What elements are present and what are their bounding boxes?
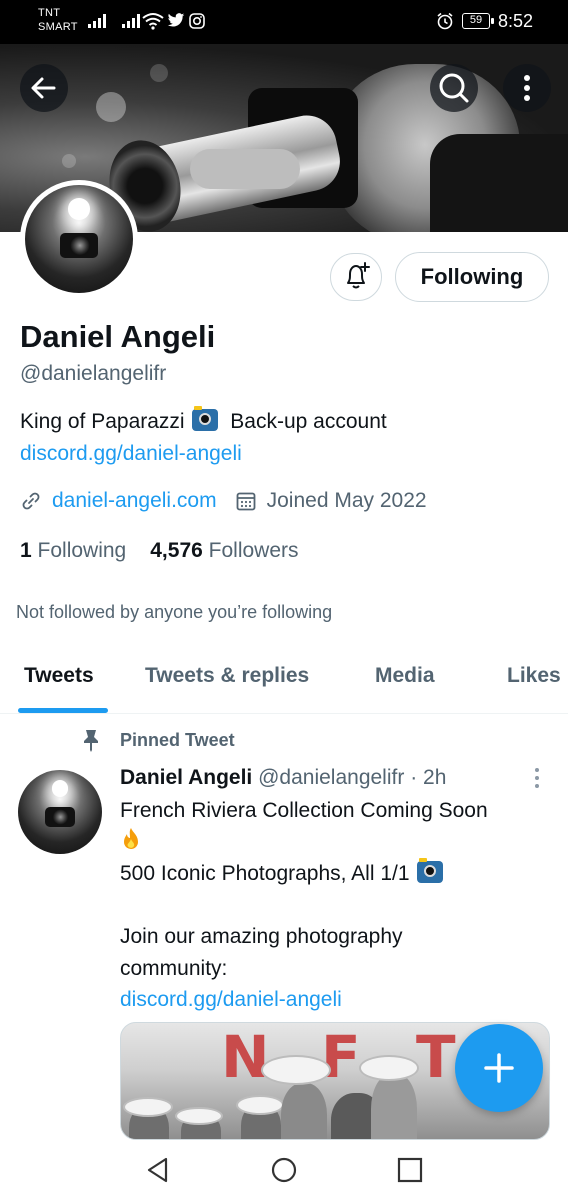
profile-name: Daniel Angeli bbox=[20, 319, 216, 354]
followers-count: 4,576 bbox=[150, 539, 203, 562]
tweet-link[interactable]: discord.gg/daniel-angeli bbox=[120, 984, 550, 1016]
tab-tweets-replies[interactable]: Tweets & replies bbox=[145, 662, 309, 690]
camera-flash-emoji-icon bbox=[192, 406, 219, 431]
pinned-label-row: Pinned Tweet bbox=[80, 728, 235, 752]
tweet-author-handle: @danielangelifr bbox=[258, 766, 405, 789]
following-count-link[interactable]: 1 Following bbox=[20, 537, 126, 565]
tweet-line-1: French Riviera Collection Coming Soon bbox=[120, 799, 488, 822]
tweet-author-avatar[interactable] bbox=[18, 770, 102, 854]
signal-icon-2 bbox=[122, 12, 140, 28]
clock: 8:52 bbox=[498, 11, 534, 31]
tab-media[interactable]: Media bbox=[375, 662, 435, 690]
search-icon bbox=[439, 73, 469, 103]
tweet-time: · 2h bbox=[410, 766, 447, 789]
media-letter-f: F bbox=[321, 1023, 361, 1091]
calendar-icon bbox=[236, 492, 256, 511]
signal-icon bbox=[88, 12, 106, 28]
camera-flash-emoji-icon bbox=[417, 858, 444, 883]
tweet-line-3: 500 Iconic Photographs, All 1/1 bbox=[120, 858, 550, 890]
alarm-icon bbox=[437, 12, 453, 30]
nav-home-icon[interactable] bbox=[268, 1154, 300, 1186]
carrier-sub: SMART bbox=[38, 21, 78, 33]
search-button[interactable] bbox=[430, 64, 478, 112]
battery-indicator: 59 bbox=[462, 13, 494, 29]
bio-suffix: Back-up account bbox=[230, 410, 387, 433]
tweet-line-5: Join our amazing photography bbox=[120, 925, 403, 948]
nav-recents-icon[interactable] bbox=[394, 1154, 426, 1186]
bio-link[interactable]: discord.gg/daniel-angeli bbox=[20, 440, 242, 468]
followers-label: Followers bbox=[208, 539, 299, 562]
joined-date: Joined May 2022 bbox=[266, 489, 427, 512]
bell-plus-icon bbox=[347, 262, 370, 289]
tweet-author-name[interactable]: Daniel Angeli bbox=[120, 766, 252, 789]
profile-meta: daniel-angeli.com Joined May 2022 bbox=[20, 486, 427, 516]
wifi-icon bbox=[142, 13, 164, 30]
following-button[interactable]: Following bbox=[395, 252, 549, 302]
tab-likes[interactable]: Likes bbox=[507, 662, 561, 690]
profile-tabs: Tweets Tweets & replies Media Likes bbox=[0, 650, 568, 714]
active-tab-indicator bbox=[18, 708, 108, 713]
tweet-line-6: community: bbox=[120, 956, 228, 980]
profile-avatar[interactable] bbox=[20, 180, 138, 298]
following-label: Following bbox=[37, 539, 127, 562]
system-navigation-bar bbox=[0, 1140, 568, 1200]
tweet-header: Daniel Angeli @danielangelifr · 2h bbox=[120, 764, 446, 792]
fire-emoji-icon bbox=[124, 827, 138, 849]
tweet-line-2 bbox=[120, 827, 550, 859]
plus-icon bbox=[484, 1053, 514, 1083]
pin-icon bbox=[84, 730, 98, 752]
media-letter-t: T bbox=[416, 1023, 456, 1091]
twitter-icon bbox=[167, 13, 185, 27]
more-options-button[interactable] bbox=[503, 64, 551, 112]
nav-back-icon[interactable] bbox=[142, 1154, 174, 1186]
following-count: 1 bbox=[20, 539, 32, 562]
follow-counts: 1 Following 4,576 Followers bbox=[20, 537, 299, 565]
tweet-line-3-text: 500 Iconic Photographs, All 1/1 bbox=[120, 862, 410, 885]
pinned-label: Pinned Tweet bbox=[120, 729, 235, 750]
profile-handle: @danielangelifr bbox=[20, 362, 167, 385]
bio-text: King of Paparazzi bbox=[20, 410, 185, 433]
notifications-button[interactable] bbox=[330, 253, 382, 301]
tab-tweets[interactable]: Tweets bbox=[24, 662, 94, 690]
profile-bio: King of Paparazzi Back-up account bbox=[20, 406, 387, 436]
tweet-text: French Riviera Collection Coming Soon 50… bbox=[120, 795, 550, 1016]
arrow-left-icon bbox=[31, 77, 56, 99]
followers-count-link[interactable]: 4,576 Followers bbox=[150, 537, 298, 565]
carrier-label: TNT SMART bbox=[38, 6, 78, 34]
back-button[interactable] bbox=[20, 64, 68, 112]
status-bar: TNT SMART 59 8:52 bbox=[0, 0, 568, 44]
compose-tweet-button[interactable] bbox=[455, 1024, 543, 1112]
more-vertical-icon bbox=[524, 75, 530, 101]
mutual-followers-note: Not followed by anyone you’re following bbox=[16, 602, 333, 622]
media-letter-n: N bbox=[221, 1023, 270, 1091]
instagram-icon bbox=[189, 13, 205, 29]
carrier-name: TNT bbox=[38, 7, 61, 19]
link-icon bbox=[22, 492, 40, 510]
tweet-more-icon[interactable] bbox=[528, 766, 546, 790]
website-link[interactable]: daniel-angeli.com bbox=[52, 489, 217, 513]
